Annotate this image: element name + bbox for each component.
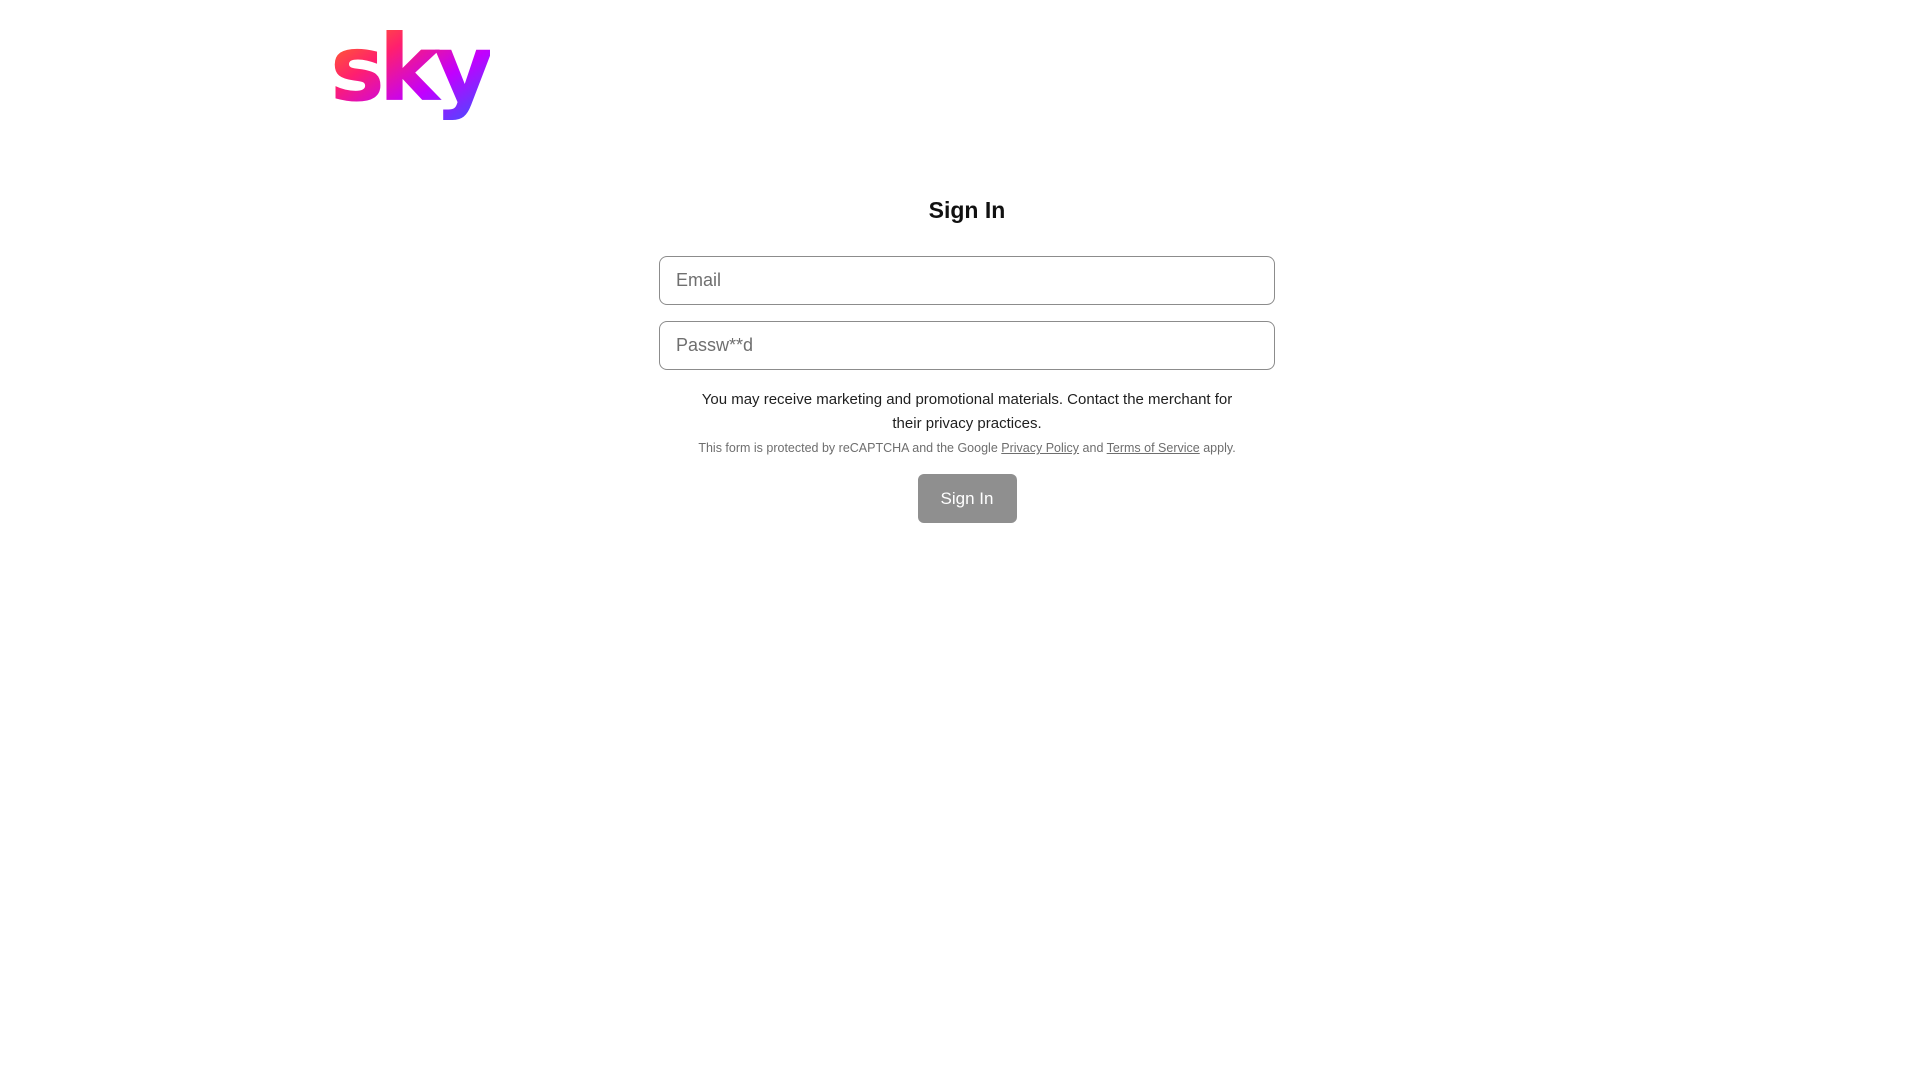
sky-logo[interactable]: sky bbox=[330, 22, 490, 124]
recaptcha-text: This form is protected by reCAPTCHA and … bbox=[698, 441, 998, 455]
page-title: Sign In bbox=[928, 197, 1006, 223]
sign-in-page: sky Sign In You may receive marketing an… bbox=[0, 0, 1920, 1080]
email-field[interactable] bbox=[659, 256, 1275, 305]
sky-logo-wordmark: sky bbox=[330, 22, 490, 122]
password-field[interactable] bbox=[659, 321, 1275, 370]
marketing-notice: You may receive marketing and promotiona… bbox=[701, 391, 1233, 432]
sky-logo-icon: sky bbox=[330, 22, 490, 122]
sign-in-button[interactable]: Sign In bbox=[917, 474, 1017, 523]
recaptcha-apply-text: apply. bbox=[1203, 441, 1236, 455]
recaptcha-and-text: and bbox=[1082, 441, 1104, 455]
recaptcha-notice: This form is protected by reCAPTCHA and … bbox=[659, 438, 1275, 458]
terms-of-service-link[interactable]: Terms of Service bbox=[1107, 441, 1200, 455]
sign-in-form: Sign In You may receive marketing and pr… bbox=[659, 190, 1275, 523]
privacy-policy-link[interactable]: Privacy Policy bbox=[1001, 441, 1079, 455]
